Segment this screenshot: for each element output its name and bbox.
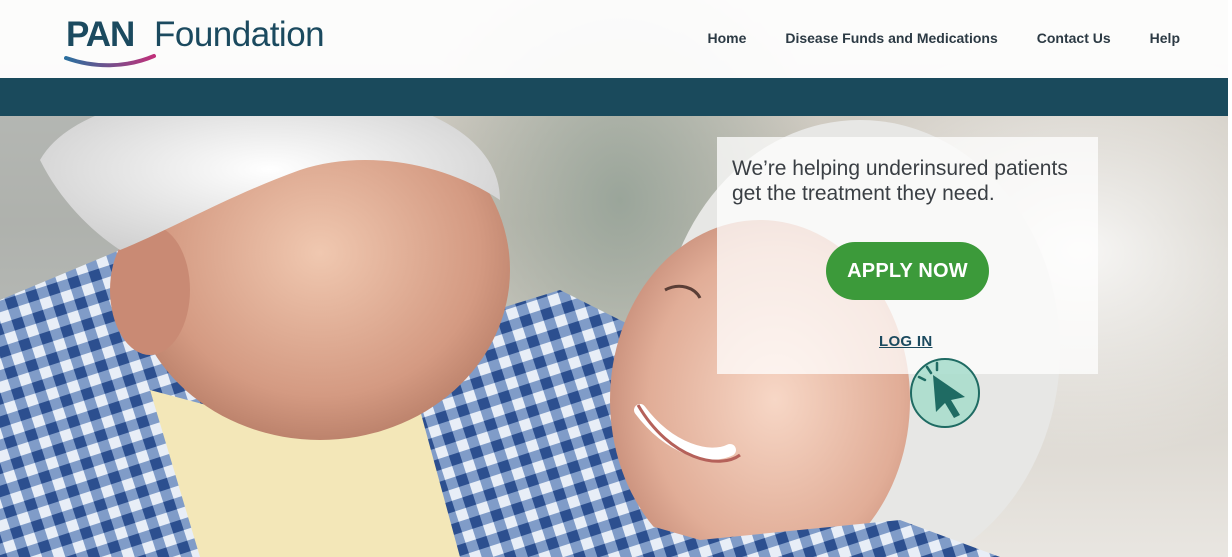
nav-item-contact-us[interactable]: Contact Us <box>1037 28 1111 48</box>
nav-item-help[interactable]: Help <box>1150 28 1180 48</box>
page: PAN Foundation Home Disease Funds and Me… <box>0 0 1232 557</box>
header-band <box>0 78 1228 116</box>
hero-headline: We’re helping underinsured patients get … <box>732 157 1068 205</box>
page-edge <box>1228 48 1232 557</box>
main-nav: Home Disease Funds and Medications Conta… <box>707 28 1180 48</box>
logo-text-foundation: Foundation <box>154 15 325 54</box>
pointer-click-icon <box>910 358 980 428</box>
site-header: PAN Foundation Home Disease Funds and Me… <box>0 0 1228 78</box>
nav-item-home[interactable]: Home <box>707 28 746 48</box>
hero-message-card: We’re helping underinsured patients get … <box>717 137 1098 374</box>
pan-foundation-logo[interactable]: PAN Foundation <box>64 14 346 70</box>
apply-now-button[interactable]: APPLY NOW <box>826 242 989 300</box>
nav-item-disease-funds[interactable]: Disease Funds and Medications <box>785 28 997 48</box>
logo-swoosh-icon <box>64 54 156 68</box>
log-in-link[interactable]: LOG IN <box>879 333 932 350</box>
